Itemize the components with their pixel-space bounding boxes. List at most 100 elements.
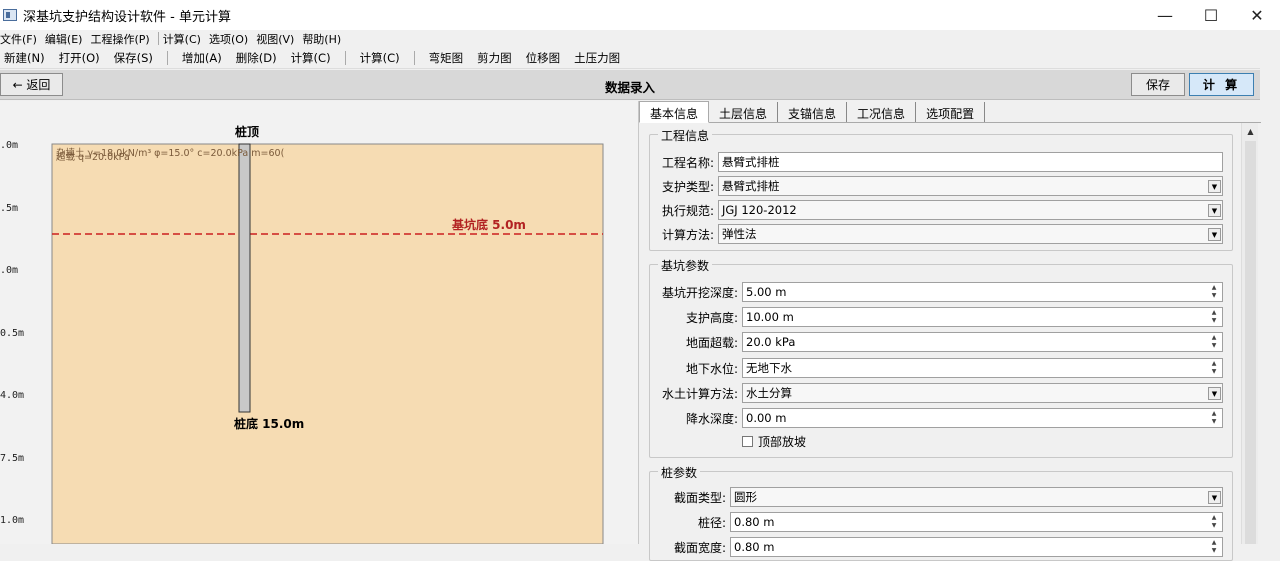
project-info-group: 工程信息 工程名称: 悬臂式排桩 支护类型: 悬臂式排桩 ▼ 执行规范: JGJ… xyxy=(649,127,1233,251)
checkbox-box[interactable] xyxy=(742,436,753,447)
save-toolbar-button[interactable]: 保存(S) xyxy=(110,50,163,66)
new-button[interactable]: 新建(N) xyxy=(0,50,55,66)
chevron-down-icon[interactable]: ▼ xyxy=(1208,491,1221,504)
data-entry-panel: 基本信息 土层信息 支锚信息 工况信息 选项配置 工程信息 工程名称: 悬臂式排… xyxy=(638,101,1261,561)
depth-label: 7.5m xyxy=(0,453,24,464)
field-value: 0.80 m xyxy=(734,540,775,554)
add-button[interactable]: 增加(A) xyxy=(178,50,232,66)
project-name-label: 工程名称: xyxy=(661,155,714,170)
chevron-down-icon[interactable]: ▼ xyxy=(1208,228,1221,241)
calculate-button[interactable]: 计 算 xyxy=(1189,73,1254,96)
app-icon xyxy=(3,9,17,21)
form-row: 桩径: xyxy=(650,512,726,532)
support-type-select[interactable]: 悬臂式排桩 ▼ xyxy=(718,176,1223,196)
shear-diagram-button[interactable]: 剪力图 xyxy=(473,50,522,66)
tab-conditions[interactable]: 工况信息 xyxy=(847,102,917,122)
support-height-field[interactable]: 10.00 m ▲ ▼ xyxy=(742,307,1223,327)
spinner[interactable]: ▲ ▼ xyxy=(1207,309,1221,325)
spinner[interactable]: ▲ ▼ xyxy=(1207,539,1221,555)
soil-region xyxy=(51,143,604,544)
section-width-field[interactable]: 0.80 m ▲ ▼ xyxy=(730,537,1223,557)
surcharge-label: 地面超载: xyxy=(685,335,738,350)
pile-params-group: 桩参数 截面类型: 圆形 ▼ 桩径: 0.80 m ▲ ▼ 截面宽度: 0.80 … xyxy=(649,464,1233,561)
toolbar-separator xyxy=(166,50,168,65)
chevron-down-icon[interactable]: ▼ xyxy=(1208,387,1221,400)
vertical-scrollbar[interactable]: ▲ xyxy=(1241,123,1258,544)
scroll-up-icon[interactable]: ▲ xyxy=(1242,123,1259,140)
form-row: 地面超载: xyxy=(650,332,738,352)
depth-label: 0.5m xyxy=(0,328,24,339)
section-drawing-area: 桩顶 桩底 15.0m 基坑底 5.0m 杂填土 γ=18.0kN/m³ φ=1… xyxy=(0,101,638,544)
spinner[interactable]: ▲ ▼ xyxy=(1207,410,1221,426)
top-slope-checkbox[interactable]: 顶部放坡 xyxy=(742,433,806,450)
support-height-label: 支护高度: xyxy=(685,310,738,325)
field-value: 10.00 m xyxy=(746,310,794,324)
window-title: 深基坑支护结构设计软件 - 单元计算 xyxy=(23,9,231,25)
toolbar-separator xyxy=(344,50,346,65)
displacement-diagram-button[interactable]: 位移图 xyxy=(522,50,571,66)
depth-label: 4.0m xyxy=(0,390,24,401)
form-row: 水土计算方法: xyxy=(650,383,738,403)
tab-basic-info[interactable]: 基本信息 xyxy=(639,101,710,123)
open-button[interactable]: 打开(O) xyxy=(55,50,110,66)
tab-soil-layers[interactable]: 土层信息 xyxy=(709,102,779,122)
toolbar-separator xyxy=(413,50,415,65)
depth-label: .0m xyxy=(0,265,18,276)
spinner[interactable]: ▲ ▼ xyxy=(1207,514,1221,530)
close-button[interactable]: ✕ xyxy=(1234,0,1280,30)
chevron-down-icon[interactable]: ▼ xyxy=(1208,180,1221,193)
scroll-track[interactable] xyxy=(1245,141,1256,544)
menu-help[interactable]: 帮助(H) xyxy=(302,31,345,47)
tab-bar: 基本信息 土层信息 支锚信息 工况信息 选项配置 xyxy=(639,101,1261,123)
form-row: 计算方法: xyxy=(650,224,714,244)
groundwater-field[interactable]: 无地下水 ▲ ▼ xyxy=(742,358,1223,378)
menu-edit[interactable]: 编辑(E) xyxy=(45,31,87,47)
field-value: 悬臂式排桩 xyxy=(722,179,780,193)
spinner[interactable]: ▲ ▼ xyxy=(1207,360,1221,376)
minimize-button[interactable]: — xyxy=(1142,0,1188,30)
code-standard-label: 执行规范: xyxy=(661,203,714,218)
header-bar: ← 返回 数据录入 保存 计 算 xyxy=(0,70,1260,100)
surcharge-field[interactable]: 20.0 kPa ▲ ▼ xyxy=(742,332,1223,352)
maximize-button[interactable]: ☐ xyxy=(1188,0,1234,30)
menu-project[interactable]: 工程操作(P) xyxy=(90,31,153,47)
pile-diameter-field[interactable]: 0.80 m ▲ ▼ xyxy=(730,512,1223,532)
groundwater-label: 地下水位: xyxy=(685,361,738,376)
menu-separator xyxy=(157,32,159,45)
calc-toolbar-button[interactable]: 计算(C) xyxy=(287,50,341,66)
section-type-select[interactable]: 圆形 ▼ xyxy=(730,487,1223,507)
field-value: 0.80 m xyxy=(734,515,775,529)
pile xyxy=(238,143,251,413)
tab-supports[interactable]: 支锚信息 xyxy=(778,102,848,122)
code-standard-select[interactable]: JGJ 120-2012 ▼ xyxy=(718,200,1223,220)
form-row: 执行规范: xyxy=(650,200,714,220)
depth-label: .5m xyxy=(0,203,18,214)
save-button[interactable]: 保存 xyxy=(1131,73,1185,96)
field-value: 无地下水 xyxy=(746,361,792,375)
delete-button[interactable]: 删除(D) xyxy=(232,50,287,66)
menu-calc[interactable]: 计算(C) xyxy=(163,31,205,47)
excavation-depth-field[interactable]: 5.00 m ▲ ▼ xyxy=(742,282,1223,302)
moment-diagram-button[interactable]: 弯矩图 xyxy=(425,50,474,66)
pit-params-group: 基坑参数 基坑开挖深度: 5.00 m ▲ ▼ 支护高度: 10.00 m ▲ ▼ … xyxy=(649,257,1233,458)
earth-pressure-diagram-button[interactable]: 土压力图 xyxy=(570,50,630,66)
dewatering-depth-label: 降水深度: xyxy=(685,411,738,426)
menu-options[interactable]: 选项(O) xyxy=(209,31,252,47)
water-soil-method-label: 水土计算方法: xyxy=(661,386,738,401)
project-name-field[interactable]: 悬臂式排桩 xyxy=(718,152,1223,172)
spinner[interactable]: ▲ ▼ xyxy=(1207,284,1221,300)
tab-options[interactable]: 选项配置 xyxy=(916,102,986,122)
calc-method-select[interactable]: 弹性法 ▼ xyxy=(718,224,1223,244)
pile-top-label: 桩顶 xyxy=(235,124,259,139)
menu-view[interactable]: 视图(V) xyxy=(256,31,298,47)
water-soil-method-select[interactable]: 水土分算 ▼ xyxy=(742,383,1223,403)
chevron-down-icon[interactable]: ▼ xyxy=(1208,204,1221,217)
field-value: 弹性法 xyxy=(722,227,757,241)
depth-label: .0m xyxy=(0,140,18,151)
toolbar: 新建(N) 打开(O) 保存(S) 增加(A) 删除(D) 计算(C) 计算(C… xyxy=(0,47,1260,69)
dewatering-depth-field[interactable]: 0.00 m ▲ ▼ xyxy=(742,408,1223,428)
spinner[interactable]: ▲ ▼ xyxy=(1207,334,1221,350)
menu-file[interactable]: 文件(F) xyxy=(0,31,41,47)
section-drawing: 桩顶 桩底 15.0m 基坑底 5.0m 杂填土 γ=18.0kN/m³ φ=1… xyxy=(0,124,604,544)
calc-toolbar-button-2[interactable]: 计算(C) xyxy=(356,50,410,66)
